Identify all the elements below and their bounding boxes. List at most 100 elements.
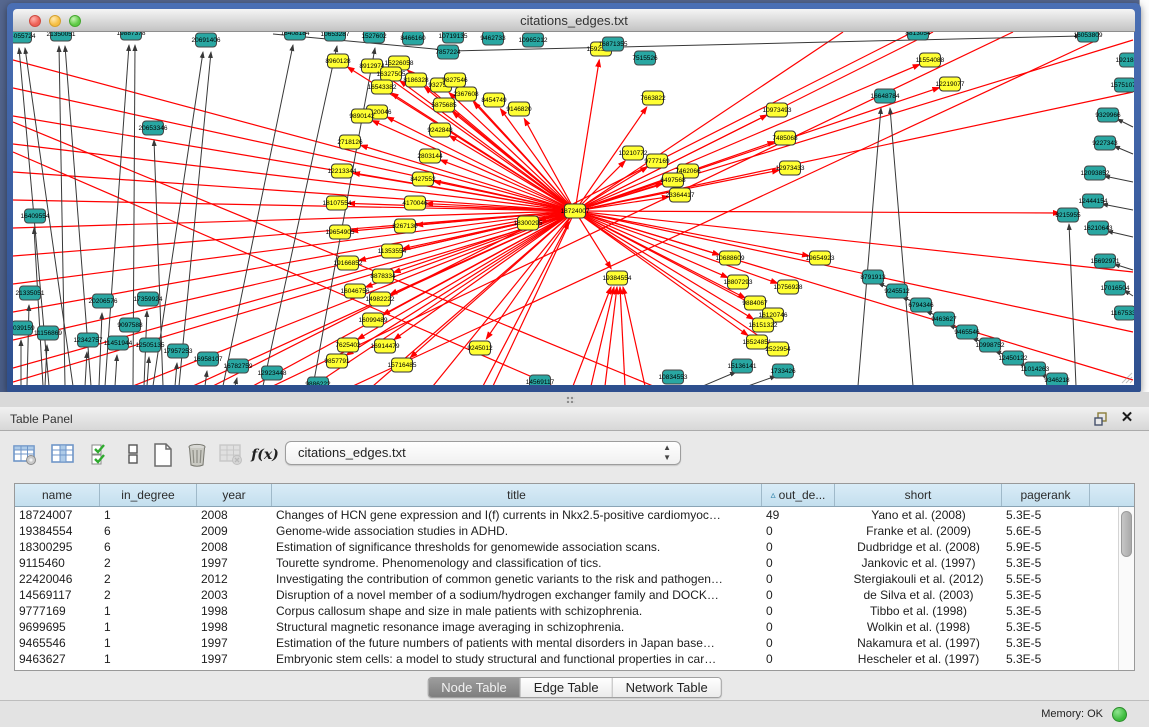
graph-node[interactable]: 11554088 [916, 53, 945, 67]
graph-edge[interactable] [179, 52, 211, 385]
table-row[interactable]: 946554611997Estimation of the future num… [15, 635, 1118, 651]
cell-title[interactable]: Estimation of significance thresholds fo… [272, 539, 762, 555]
cell-name[interactable]: 9465546 [15, 635, 100, 651]
cell-pagerank[interactable]: 5.5E-5 [1002, 571, 1090, 587]
graph-node[interactable]: 11014263 [1021, 362, 1050, 376]
graph-node[interactable]: 1527602 [361, 32, 387, 43]
column-select-icon[interactable] [48, 441, 78, 469]
cell-name[interactable]: 22420046 [15, 571, 100, 587]
graph-node[interactable]: 12219077 [936, 77, 965, 91]
graph-edge[interactable] [147, 357, 149, 385]
table-row[interactable]: 2242004622012Investigating the contribut… [15, 571, 1118, 587]
graph-node[interactable]: 16914479 [371, 339, 400, 353]
cell-in_degree[interactable]: 2 [100, 571, 197, 587]
graph-node[interactable]: 16151322 [749, 318, 778, 332]
cell-title[interactable]: Structural magnetic resonance image aver… [272, 619, 762, 635]
cell-in_degree[interactable]: 6 [100, 523, 197, 539]
graph-node[interactable]: 11353554 [378, 244, 407, 258]
cell-in_degree[interactable]: 1 [100, 619, 197, 635]
graph-edge[interactable] [1117, 119, 1133, 127]
row-check-icon[interactable] [86, 441, 116, 469]
graph-node[interactable]: 8466160 [400, 32, 426, 45]
network-window[interactable]: citations_edges.txt 18724007896012889129… [7, 3, 1141, 392]
graph-node[interactable]: 9857791 [324, 354, 350, 368]
cell-year[interactable]: 2009 [197, 523, 272, 539]
cell-title[interactable]: Corpus callosum shape and size in male p… [272, 603, 762, 619]
cell-out_de[interactable]: 0 [762, 523, 835, 539]
graph-edge[interactable] [223, 45, 293, 385]
graph-node[interactable]: 12213344 [328, 164, 357, 178]
graph-node[interactable]: 6794346 [908, 298, 934, 312]
graph-node[interactable]: 2718126 [337, 135, 363, 149]
cell-year[interactable]: 1998 [197, 619, 272, 635]
graph-node[interactable]: 9777169 [644, 154, 670, 168]
table-row[interactable]: 946362711997Embryonic stem cells: a mode… [15, 651, 1118, 667]
graph-node[interactable]: 2522954 [765, 342, 791, 356]
graph-edge[interactable] [575, 92, 1133, 211]
network-window-titlebar[interactable]: citations_edges.txt [13, 9, 1135, 32]
scrollbar-thumb[interactable] [1121, 511, 1132, 557]
cell-year[interactable]: 1998 [197, 603, 272, 619]
column-header-name[interactable]: name [15, 484, 100, 506]
graph-node[interactable]: 15716485 [388, 358, 417, 372]
graph-node[interactable]: 20691406 [192, 33, 221, 47]
cell-out_de[interactable]: 0 [762, 603, 835, 619]
cell-in_degree[interactable]: 6 [100, 539, 197, 555]
graph-node[interactable]: 14982222 [366, 292, 395, 306]
resize-grip-icon[interactable] [1119, 370, 1133, 384]
graph-node[interactable]: 11675335 [1111, 306, 1134, 320]
close-traffic-light[interactable] [29, 15, 41, 27]
graph-node[interactable]: 16053809 [1074, 32, 1103, 42]
graph-node[interactable]: 23364417 [666, 188, 695, 202]
graph-node[interactable]: 14569117 [526, 375, 555, 385]
cell-year[interactable]: 1997 [197, 651, 272, 667]
table-row[interactable]: 1456911722003Disruption of a novel membe… [15, 587, 1118, 603]
split-divider-handle-icon[interactable] [566, 396, 575, 403]
cell-pagerank[interactable]: 5.6E-5 [1002, 523, 1090, 539]
graph-node[interactable]: 9245012 [467, 341, 493, 355]
cell-in_degree[interactable]: 1 [100, 651, 197, 667]
graph-node[interactable]: 10756928 [774, 280, 803, 294]
graph-node[interactable]: 18724007 [561, 204, 590, 218]
graph-node[interactable]: 8267130 [392, 219, 418, 233]
table-settings-icon[interactable] [10, 441, 40, 469]
tab-node-table[interactable]: Node Table [428, 678, 521, 697]
graph-edge[interactable] [175, 363, 177, 385]
graph-node[interactable]: 10688609 [716, 251, 745, 265]
cell-out_de[interactable]: 0 [762, 619, 835, 635]
graph-edge[interactable] [13, 211, 575, 228]
close-panel-icon[interactable]: ✕ [1119, 410, 1135, 426]
cell-pagerank[interactable]: 5.3E-5 [1002, 555, 1090, 571]
cell-name[interactable]: 9463627 [15, 651, 100, 667]
column-header-pagerank[interactable]: pagerank [1002, 484, 1090, 506]
graph-node[interactable]: 19384554 [603, 271, 632, 285]
zoom-traffic-light[interactable] [69, 15, 81, 27]
graph-node[interactable]: 10719135 [439, 32, 468, 43]
graph-node[interactable]: 9097588 [117, 318, 143, 332]
graph-node[interactable]: 2803144 [417, 149, 443, 163]
tab-edge-table[interactable]: Edge Table [521, 678, 613, 697]
column-header-title[interactable]: title [272, 484, 762, 506]
cell-short[interactable]: Tibbo et al. (1998) [835, 603, 1002, 619]
minimize-traffic-light[interactable] [49, 15, 61, 27]
graph-node[interactable]: 7515526 [632, 51, 658, 65]
cell-pagerank[interactable]: 5.3E-5 [1002, 635, 1090, 651]
graph-node[interactable]: 18300295 [514, 216, 543, 230]
graph-node[interactable]: 8813054 [905, 32, 931, 40]
rows-icon[interactable] [118, 441, 148, 469]
graph-node[interactable]: 9886222 [305, 377, 331, 385]
graph-node[interactable]: 24055724 [13, 32, 36, 43]
graph-node[interactable]: 1733426 [770, 364, 796, 378]
graph-node[interactable]: 12444154 [1079, 194, 1108, 208]
graph-edge[interactable] [361, 145, 575, 211]
graph-edge[interactable] [575, 211, 809, 256]
graph-edge[interactable] [105, 45, 129, 385]
column-header-in_degree[interactable]: in_degree [100, 484, 197, 506]
graph-edge[interactable] [13, 211, 575, 284]
cell-out_de[interactable]: 0 [762, 555, 835, 571]
cell-name[interactable]: 9777169 [15, 603, 100, 619]
graph-node[interactable]: 15751074 [1111, 78, 1134, 92]
graph-node[interactable]: 2367608 [453, 87, 479, 101]
vertical-scrollbar[interactable] [1118, 507, 1134, 670]
graph-node[interactable]: 9463627 [931, 312, 957, 326]
